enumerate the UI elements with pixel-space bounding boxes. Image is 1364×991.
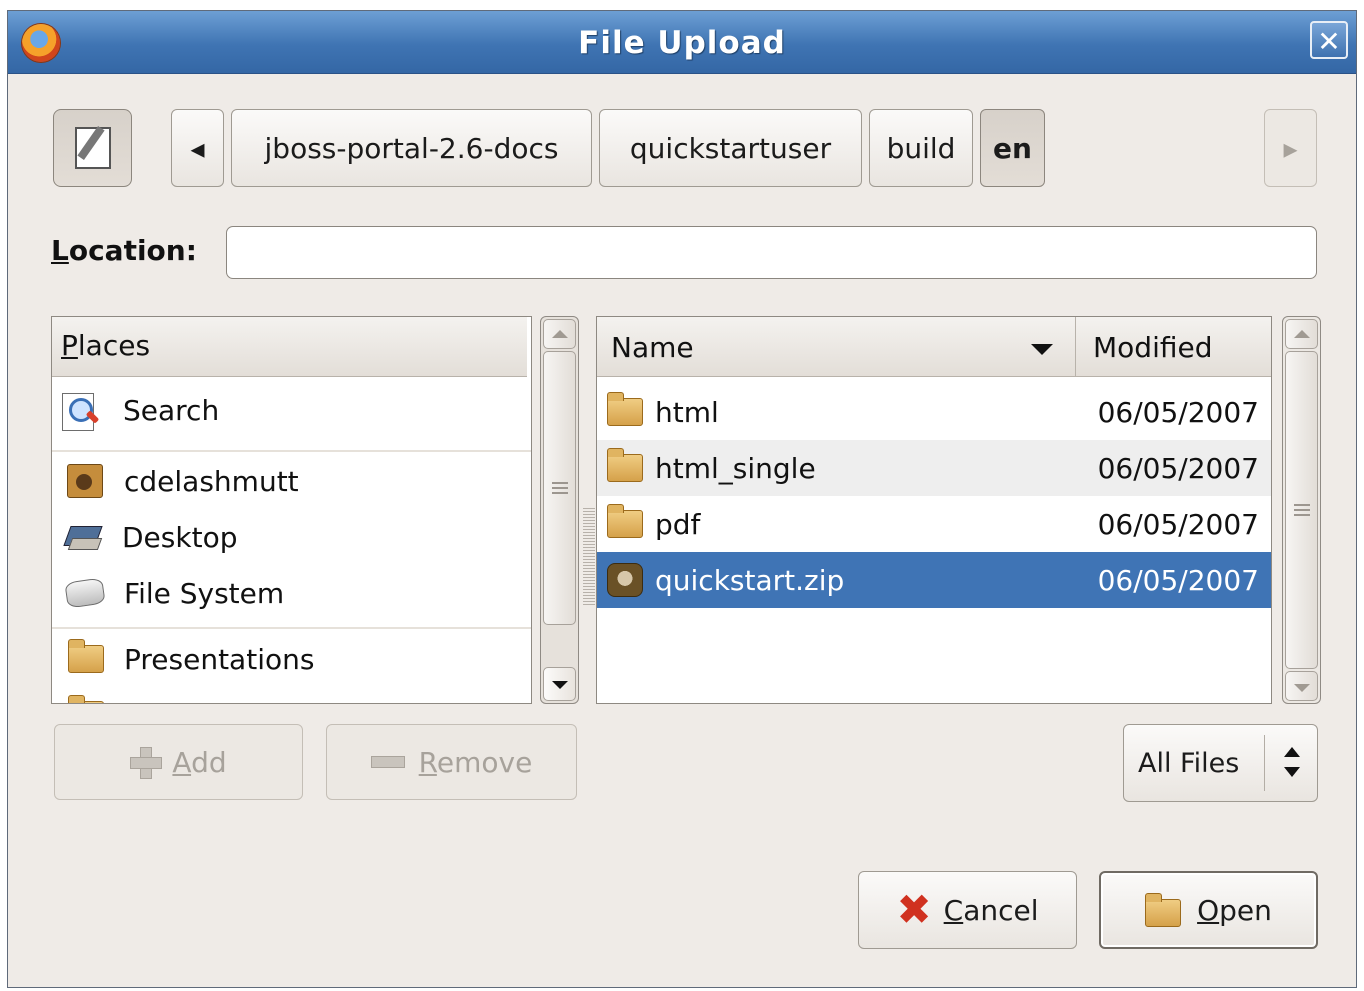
open-folder-icon <box>1145 893 1182 927</box>
place-label: Desktop <box>122 520 238 554</box>
title-bar[interactable]: File Upload ✕ <box>8 11 1356 74</box>
harddrive-icon <box>64 577 106 609</box>
file-name: pdf <box>655 507 701 541</box>
file-row[interactable]: html 06/05/2007 <box>597 384 1271 440</box>
edit-pencil-icon <box>74 125 111 169</box>
column-header-name[interactable]: Name <box>597 317 1075 377</box>
place-item-presentations[interactable]: Presentations <box>52 631 531 687</box>
place-label: Presentations <box>124 642 315 676</box>
file-name: html_single <box>655 451 816 485</box>
place-item-partial[interactable] <box>52 687 531 703</box>
path-segment-quickstartuser[interactable]: quickstartuser <box>599 109 862 187</box>
sort-descending-icon <box>1031 344 1053 355</box>
add-bookmark-button[interactable]: Add <box>54 724 303 800</box>
file-modified: 06/05/2007 <box>1097 395 1259 429</box>
archive-icon <box>607 563 643 597</box>
files-scrollbar[interactable] <box>1282 316 1321 704</box>
file-upload-dialog: File Upload ✕ ◂ jboss-portal-2.6-docs qu… <box>7 10 1357 988</box>
path-back-button[interactable]: ◂ <box>171 109 224 187</box>
file-name: quickstart.zip <box>655 563 845 597</box>
cancel-button[interactable]: ✖ Cancel <box>858 871 1077 949</box>
place-label: File System <box>124 576 285 610</box>
folder-icon <box>68 639 104 673</box>
file-type-filter-select[interactable]: All Files <box>1123 724 1318 802</box>
location-input[interactable] <box>226 226 1317 279</box>
open-label: Open <box>1197 893 1272 927</box>
file-row[interactable]: html_single 06/05/2007 <box>597 440 1271 496</box>
folder-icon <box>607 504 643 538</box>
remove-bookmark-button[interactable]: Remove <box>326 724 577 800</box>
window-title: File Upload <box>578 25 786 61</box>
cancel-x-icon: ✖ <box>896 885 932 934</box>
files-panel: Name Modified html 06/05/2007 html_singl… <box>596 316 1272 704</box>
place-item-search[interactable]: Search <box>52 382 531 438</box>
files-scroll-thumb[interactable] <box>1285 351 1318 669</box>
files-scroll-down-button[interactable] <box>1285 671 1318 701</box>
add-label: Add <box>172 745 227 779</box>
place-item-file-system[interactable]: File System <box>52 565 531 621</box>
places-separator <box>52 627 531 629</box>
search-icon <box>62 391 100 431</box>
path-segment-jboss-portal-2.6-docs[interactable]: jboss-portal-2.6-docs <box>231 109 592 187</box>
type-location-toggle-button[interactable] <box>53 109 132 187</box>
folder-icon <box>607 392 643 426</box>
folder-icon <box>68 695 104 703</box>
file-row-selected[interactable]: quickstart.zip 06/05/2007 <box>597 552 1271 608</box>
file-row[interactable]: pdf 06/05/2007 <box>597 496 1271 552</box>
remove-label: Remove <box>418 745 533 779</box>
places-scroll-down-button[interactable] <box>543 667 576 701</box>
file-modified: 06/05/2007 <box>1097 451 1259 485</box>
path-segment-en[interactable]: en <box>980 109 1045 187</box>
pane-resize-handle[interactable] <box>583 506 595 606</box>
location-label: Location: <box>51 234 197 267</box>
path-segment-build[interactable]: build <box>869 109 973 187</box>
places-scrollbar[interactable] <box>540 316 579 704</box>
place-item-desktop[interactable]: Desktop <box>52 509 531 565</box>
places-separator <box>52 450 531 452</box>
column-header-modified[interactable]: Modified <box>1075 317 1271 377</box>
add-icon <box>130 747 163 779</box>
file-modified: 06/05/2007 <box>1097 507 1259 541</box>
place-label: cdelashmutt <box>124 464 299 498</box>
close-button[interactable]: ✕ <box>1310 21 1348 59</box>
cancel-label: Cancel <box>943 893 1039 927</box>
folder-icon <box>607 448 643 482</box>
places-scroll-up-button[interactable] <box>543 319 576 349</box>
place-item-cdelashmutt[interactable]: cdelashmutt <box>52 453 531 509</box>
file-name: html <box>655 395 719 429</box>
updown-arrows-icon <box>1283 747 1301 779</box>
path-forward-button[interactable]: ▸ <box>1264 109 1317 187</box>
places-panel: Places Search cdelashmutt Desktop File S… <box>51 316 532 704</box>
places-scroll-thumb[interactable] <box>543 351 576 625</box>
files-scroll-up-button[interactable] <box>1285 319 1318 349</box>
desktop-icon <box>63 522 103 552</box>
open-button[interactable]: Open <box>1099 871 1318 949</box>
home-folder-icon <box>67 464 103 498</box>
remove-icon <box>370 756 405 768</box>
filter-value: All Files <box>1138 747 1240 779</box>
place-label: Search <box>123 393 220 427</box>
file-modified: 06/05/2007 <box>1097 563 1259 597</box>
places-header[interactable]: Places <box>52 317 527 377</box>
